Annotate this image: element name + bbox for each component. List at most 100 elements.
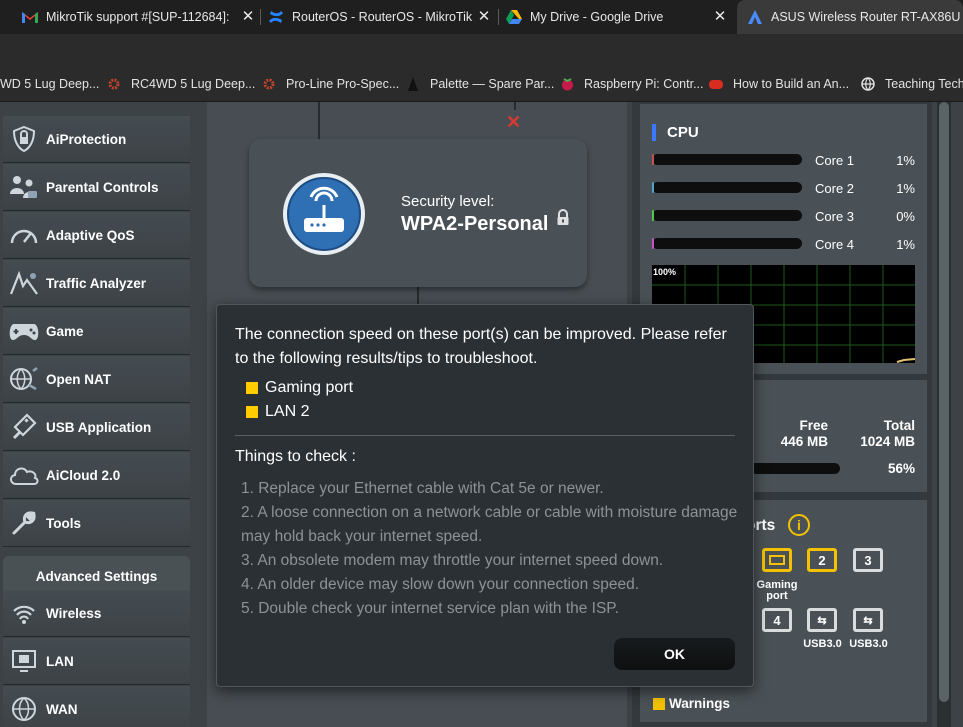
core-percent: 1% <box>896 181 915 196</box>
browser-tab-bar: MikroTik support #[SUP-112684]: ✕ Router… <box>0 0 963 34</box>
core-percent: 1% <box>896 237 915 252</box>
menu-item-aiprotection[interactable]: AiProtection <box>3 116 190 163</box>
menu-item-wan[interactable]: WAN <box>3 686 190 727</box>
menu-item-tools[interactable]: Tools <box>3 500 190 547</box>
warnings-legend: Warnings <box>653 696 730 711</box>
tab-routeros[interactable]: RouterOS - RouterOS - MikroTik ✕ <box>268 0 498 34</box>
menu-item-open-nat[interactable]: Open NAT <box>3 356 190 403</box>
core-bar <box>652 154 802 165</box>
lan-port-2[interactable]: 2 <box>807 548 837 572</box>
speedometer-icon <box>8 219 40 251</box>
browser-toolbar <box>0 34 963 66</box>
gaming-port[interactable] <box>762 548 792 572</box>
google-drive-icon <box>506 9 522 25</box>
bookmark-item[interactable]: WD 5 Lug Deep... <box>0 66 99 102</box>
connection-line <box>318 102 320 139</box>
core-bar <box>652 210 802 221</box>
core-name: Core 4 <box>815 237 855 252</box>
core-name: Core 3 <box>815 209 855 224</box>
close-icon[interactable]: ✕ <box>240 9 256 25</box>
lan-port-4[interactable]: 4 <box>762 608 792 632</box>
menu-item-lan[interactable]: LAN <box>3 638 190 685</box>
tab-mikrotik-support[interactable]: MikroTik support #[SUP-112684]: ✕ <box>22 0 262 34</box>
core-bar-fill <box>652 210 655 221</box>
menu-item-traffic-analyzer[interactable]: Traffic Analyzer <box>3 260 190 307</box>
globe-network-icon <box>8 363 40 395</box>
info-icon[interactable]: i <box>788 514 810 536</box>
core-percent: 0% <box>896 209 915 224</box>
ok-button[interactable]: OK <box>614 638 735 670</box>
core-bar-fill <box>652 182 655 193</box>
menu-label: WAN <box>46 701 78 717</box>
hackaday-icon <box>709 77 723 91</box>
memory-usage-bar <box>750 463 840 474</box>
bookmark-item[interactable]: Pro-Line Pro-Spec... <box>262 66 399 102</box>
disconnected-x-icon: ✕ <box>506 112 522 132</box>
bookmark-item[interactable]: How to Build an An... <box>709 66 849 102</box>
memory-free-label: Free <box>799 418 828 433</box>
core-name: Core 1 <box>815 153 855 168</box>
gear-icon <box>107 77 121 91</box>
gmail-icon <box>22 9 38 25</box>
warnings-label: Warnings <box>669 696 731 711</box>
core-name: Core 2 <box>815 181 855 196</box>
menu-item-parental-controls[interactable]: Parental Controls <box>3 164 190 211</box>
palette-icon <box>406 77 420 91</box>
router-icon <box>281 171 367 262</box>
menu-label: Open NAT <box>46 371 111 387</box>
bookmark-item[interactable]: Raspberry Pi: Contr... <box>560 66 704 102</box>
lan-port-3[interactable]: 3 <box>853 548 883 572</box>
family-icon <box>8 171 40 203</box>
bookmark-item[interactable]: Teaching Tech <box>861 66 963 102</box>
close-icon[interactable]: ✕ <box>476 9 492 25</box>
security-card[interactable]: Security level: WPA2-Personal <box>249 139 587 287</box>
menu-label: Wireless <box>46 605 102 621</box>
core-bar <box>652 238 802 249</box>
menu-label: AiCloud 2.0 <box>46 467 121 483</box>
graph-max-label: 100% <box>653 267 677 277</box>
core-percent: 1% <box>896 153 915 168</box>
tab-asus-router[interactable]: ASUS Wireless Router RT-AX86U <box>737 0 963 34</box>
port-number: 4 <box>773 612 781 628</box>
menu-item-game[interactable]: Game <box>3 308 190 355</box>
affected-port-label: Gaming port <box>265 379 354 396</box>
cpu-marker <box>652 124 656 141</box>
memory-total-label: Total <box>883 418 915 433</box>
bookmark-label: How to Build an An... <box>733 77 850 91</box>
close-icon[interactable]: ✕ <box>712 9 728 25</box>
usb-port-label: USB3.0 <box>849 638 888 650</box>
scrollbar-thumb[interactable] <box>939 102 949 702</box>
port-speed-dialog: The connection speed on these port(s) ca… <box>216 304 754 687</box>
shield-lock-icon <box>8 123 40 155</box>
tab-separator <box>260 9 261 25</box>
connection-line <box>514 102 516 110</box>
menu-item-adaptive-qos[interactable]: Adaptive QoS <box>3 212 190 259</box>
bookmark-label: Palette — Spare Par... <box>430 77 555 91</box>
cloud-icon <box>8 459 40 491</box>
wifi-icon <box>8 597 40 629</box>
tab-google-drive[interactable]: My Drive - Google Drive ✕ <box>506 0 734 34</box>
gaming-port-label: Gaming port <box>756 579 798 602</box>
warning-swatch <box>653 697 665 710</box>
cpu-title: CPU <box>667 124 699 141</box>
usb-port-2[interactable]: ⇆ <box>853 608 883 632</box>
menu-item-wireless[interactable]: Wireless <box>3 590 190 637</box>
menu-label: Tools <box>46 515 81 531</box>
menu-item-aicloud[interactable]: AiCloud 2.0 <box>3 452 190 499</box>
memory-free-value: 446 MB <box>780 434 828 449</box>
memory-used-percent: 56% <box>887 461 915 476</box>
dialog-message: The connection speed on these port(s) ca… <box>235 326 727 367</box>
affected-port-item: Gaming port <box>246 379 353 397</box>
usb-port-1[interactable]: ⇆ <box>807 608 837 632</box>
bookmark-item[interactable]: RC4WD 5 Lug Deep... <box>107 66 255 102</box>
usb-icon <box>8 411 40 443</box>
bookmark-item[interactable]: Palette — Spare Par... <box>406 66 554 102</box>
page-scrollbar[interactable] <box>937 102 951 727</box>
asus-icon <box>747 9 763 25</box>
menu-item-usb-application[interactable]: USB Application <box>3 404 190 451</box>
menu-label: AiProtection <box>46 131 127 147</box>
check-item: 1. Replace your Ethernet cable with Cat … <box>241 480 604 497</box>
tab-title: ASUS Wireless Router RT-AX86U <box>771 10 961 24</box>
usb-port-label: USB3.0 <box>803 638 842 650</box>
bookmark-label: RC4WD 5 Lug Deep... <box>131 77 256 91</box>
